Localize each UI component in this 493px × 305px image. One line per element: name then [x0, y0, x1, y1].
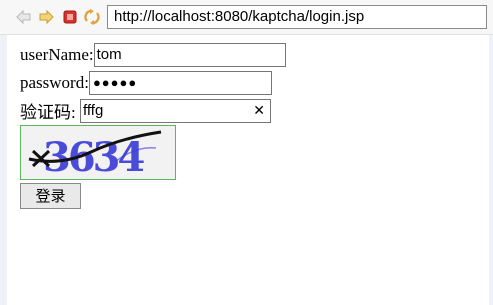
captcha-label: 验证码:: [20, 103, 76, 122]
captcha-input[interactable]: fffg ✕: [79, 98, 271, 123]
username-label: userName:: [20, 45, 94, 64]
captcha-row: 验证码: fffg ✕: [20, 98, 271, 123]
browser-toolbar: http://localhost:8080/kaptcha/login.jsp: [0, 0, 493, 35]
username-input[interactable]: tom: [93, 43, 286, 67]
back-arrow-icon[interactable]: [16, 9, 32, 25]
captcha-glyphs: 3634: [43, 134, 144, 180]
username-row: userName: tom: [20, 43, 286, 67]
stop-icon[interactable]: [62, 9, 78, 25]
page-right-border: [489, 0, 493, 305]
password-input[interactable]: ●●●●●: [88, 71, 272, 95]
login-button[interactable]: 登录: [20, 183, 81, 209]
password-label: password:: [20, 73, 89, 92]
password-row: password: ●●●●●: [20, 71, 272, 95]
captcha-image[interactable]: 3634: [20, 125, 176, 180]
captcha-input-value: fffg: [82, 101, 104, 119]
refresh-icon[interactable]: [84, 9, 100, 25]
forward-arrow-icon[interactable]: [38, 9, 54, 25]
address-bar[interactable]: http://localhost:8080/kaptcha/login.jsp: [107, 5, 487, 29]
page-left-border: [0, 0, 7, 305]
clear-icon[interactable]: ✕: [253, 100, 265, 122]
